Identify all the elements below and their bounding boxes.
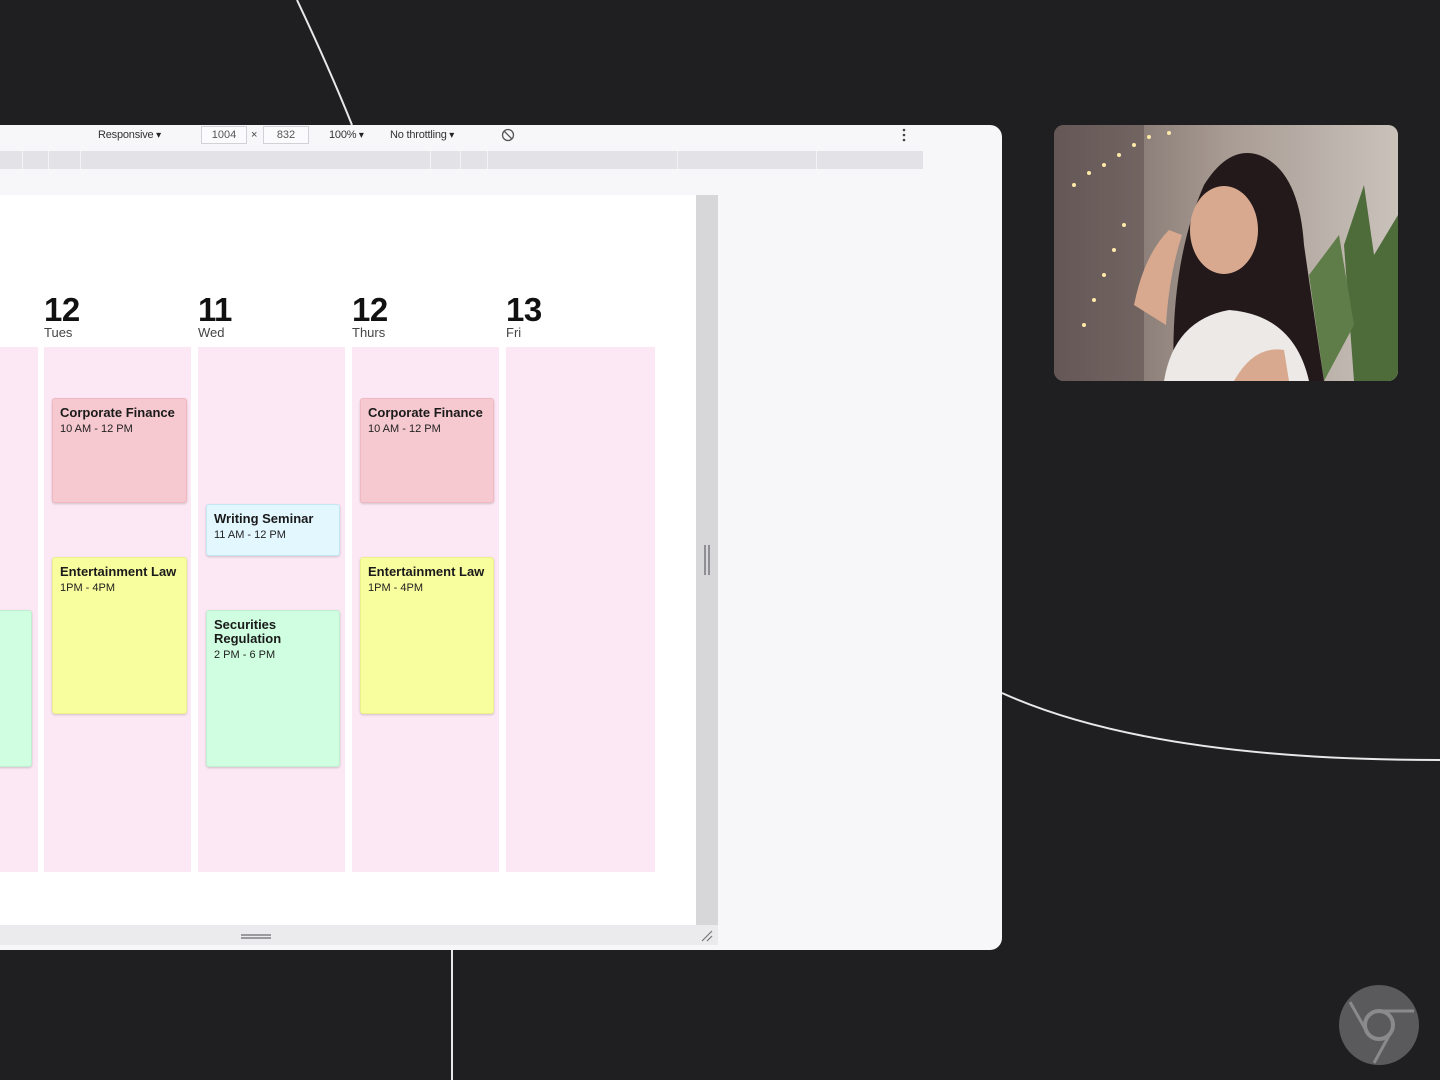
- day-header-thurs: 12 Thurs: [352, 291, 492, 340]
- presenter-webcam: [1054, 125, 1398, 381]
- media-query-bar[interactable]: [0, 151, 923, 169]
- devtools-window: Responsive 1004 × 832 100% No throttling: [0, 125, 1002, 950]
- media-query-segment[interactable]: [80, 151, 81, 169]
- media-query-segment[interactable]: [22, 151, 23, 169]
- event-writing-seminar[interactable]: Writing Seminar 11 AM - 12 PM: [206, 504, 340, 556]
- viewport-resize-handle-bottom[interactable]: [0, 925, 718, 945]
- media-query-segment[interactable]: [816, 151, 817, 169]
- event-corporate-finance[interactable]: Corporate Finance 10 AM - 12 PM: [360, 398, 494, 503]
- day-number: 13: [506, 291, 542, 328]
- event-time: 11 AM - 12 PM: [214, 529, 286, 541]
- emulated-viewport: 12 Tues Corporate Finance 10 AM - 12 PM …: [0, 195, 696, 925]
- media-query-segment[interactable]: [460, 151, 461, 169]
- more-options-icon[interactable]: [900, 127, 908, 143]
- event-title: Entertainment Law: [368, 564, 485, 579]
- viewport-resize-handle-right[interactable]: [696, 195, 718, 925]
- event-time: 10 AM - 12 PM: [60, 423, 133, 435]
- event-title: Corporate Finance: [368, 405, 483, 420]
- media-query-segment[interactable]: [677, 151, 678, 169]
- media-query-segment[interactable]: [430, 151, 431, 169]
- resize-grip-icon: [241, 934, 271, 939]
- device-toolbar: Responsive 1004 × 832 100% No throttling: [0, 125, 1002, 147]
- day-number: 12: [352, 291, 388, 328]
- event-entertainment-law[interactable]: Entertainment Law 1PM - 4PM: [52, 557, 187, 714]
- event-entertainment-law[interactable]: Entertainment Law 1PM - 4PM: [360, 557, 494, 714]
- day-number: 11: [198, 291, 232, 328]
- device-mode-dropdown[interactable]: Responsive: [98, 129, 161, 141]
- presentation-stage: Responsive 1004 × 832 100% No throttling: [0, 0, 1440, 1080]
- day-name: Thurs: [352, 325, 386, 340]
- width-input[interactable]: 1004: [201, 126, 247, 144]
- event-securities-regulation[interactable]: Securities Regulation 2 PM - 6 PM: [206, 610, 340, 767]
- event-title: Corporate Finance: [60, 405, 175, 420]
- day-header-wed: 11 Wed: [198, 291, 338, 340]
- event-time: 1PM - 4PM: [60, 582, 116, 594]
- resize-corner-icon[interactable]: [699, 928, 713, 942]
- rotate-icon[interactable]: [501, 128, 515, 142]
- day-header-tues: 12 Tues: [44, 291, 184, 340]
- event-time: 10 AM - 12 PM: [368, 423, 441, 435]
- event-title: Entertainment Law: [60, 564, 177, 579]
- event-title: Securities Regulation: [214, 617, 282, 646]
- zoom-dropdown[interactable]: 100%: [329, 129, 364, 141]
- media-query-segment[interactable]: [487, 151, 488, 169]
- calendar-column-fri: [506, 347, 655, 872]
- dimension-separator: ×: [251, 129, 258, 141]
- day-name: Tues: [44, 325, 73, 340]
- throttling-dropdown[interactable]: No throttling: [390, 129, 454, 141]
- event-title: Writing Seminar: [214, 511, 314, 526]
- day-number: 12: [44, 291, 80, 328]
- event-time: 2 PM - 6 PM: [214, 649, 276, 661]
- day-header-fri: 13 Fri: [506, 291, 646, 340]
- event-time: 1PM - 4PM: [368, 582, 424, 594]
- chrome-logo: [1339, 985, 1419, 1065]
- event-card-partial[interactable]: [0, 610, 32, 767]
- event-corporate-finance[interactable]: Corporate Finance 10 AM - 12 PM: [52, 398, 187, 503]
- height-input[interactable]: 832: [263, 126, 309, 144]
- media-query-segment[interactable]: [48, 151, 49, 169]
- resize-grip-icon: [704, 545, 710, 575]
- day-name: Wed: [198, 325, 225, 340]
